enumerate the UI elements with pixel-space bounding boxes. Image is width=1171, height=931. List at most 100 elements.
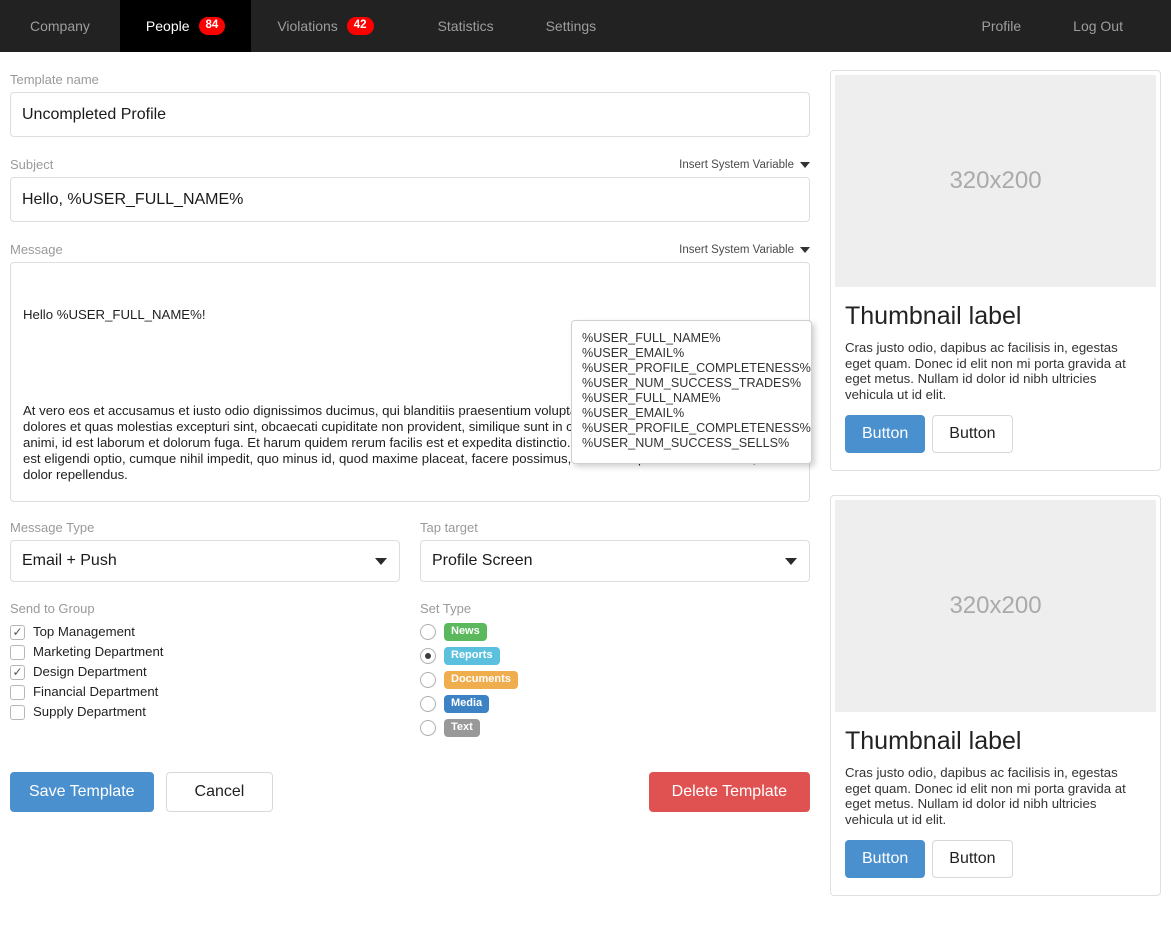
set-type-badge-reports: Reports <box>444 647 500 664</box>
thumbnail-cards-column: 320x200 Thumbnail label Cras justo odio,… <box>830 70 1161 920</box>
nav-item-label: Settings <box>546 19 597 33</box>
checkbox-icon[interactable] <box>10 685 25 700</box>
checkbox-row-design-department[interactable]: ✓ Design Department <box>10 662 400 682</box>
thumbnail-placeholder-image: 320x200 <box>835 500 1156 712</box>
chevron-down-icon <box>800 162 810 168</box>
card-body: Thumbnail label Cras justo odio, dapibus… <box>835 712 1156 891</box>
tap-target-select[interactable]: Profile Screen <box>420 540 810 582</box>
card-primary-button[interactable]: Button <box>845 415 925 453</box>
field-header: Subject Insert System Variable <box>10 155 810 172</box>
insert-variable-label: Insert System Variable <box>679 158 794 172</box>
card-buttons: Button Button <box>845 840 1146 878</box>
checkbox-icon[interactable] <box>10 705 25 720</box>
radio-selected-dot <box>425 653 431 659</box>
set-type-badge-documents: Documents <box>444 671 518 688</box>
navbar-left-group: Company People 84 Violations 42 Statisti… <box>0 0 622 52</box>
checkbox-label: Top Management <box>33 622 135 642</box>
radio-icon[interactable] <box>420 720 436 736</box>
radio-icon[interactable] <box>420 624 436 640</box>
variable-option[interactable]: %USER_PROFILE_COMPLETENESS% <box>572 421 811 436</box>
variable-option[interactable]: %USER_PROFILE_COMPLETENESS% <box>572 361 811 376</box>
nav-badge-people: 84 <box>199 17 226 36</box>
radio-row-media[interactable]: Media <box>420 694 518 714</box>
placeholder-size-label: 320x200 <box>949 167 1041 195</box>
thumbnail-card: 320x200 Thumbnail label Cras justo odio,… <box>830 70 1161 471</box>
nav-item-statistics[interactable]: Statistics <box>412 0 520 52</box>
subject-input[interactable] <box>10 177 810 222</box>
send-to-group-list: ✓ Top Management Marketing Department ✓ … <box>10 622 400 722</box>
field-message-type: Message Type Email + Push <box>10 520 400 582</box>
delete-template-button[interactable]: Delete Template <box>649 772 810 812</box>
template-name-input[interactable] <box>10 92 810 137</box>
chevron-down-icon <box>800 247 810 253</box>
card-secondary-button[interactable]: Button <box>932 840 1012 878</box>
system-variable-dropdown[interactable]: %USER_FULL_NAME% %USER_EMAIL% %USER_PROF… <box>571 320 812 464</box>
variable-option[interactable]: %USER_FULL_NAME% <box>572 391 811 406</box>
cancel-button[interactable]: Cancel <box>166 772 274 812</box>
radio-icon[interactable] <box>420 696 436 712</box>
subject-label: Subject <box>10 157 53 172</box>
field-header: Template name <box>10 70 810 87</box>
checkbox-row-financial-department[interactable]: Financial Department <box>10 682 400 702</box>
variable-option[interactable]: %USER_EMAIL% <box>572 406 811 421</box>
nav-item-logout[interactable]: Log Out <box>1047 0 1149 52</box>
radio-row-news[interactable]: News <box>420 622 518 642</box>
variable-option[interactable]: %USER_FULL_NAME% <box>572 331 811 346</box>
checkbox-icon[interactable]: ✓ <box>10 625 25 640</box>
checkbox-row-marketing-department[interactable]: Marketing Department <box>10 642 400 662</box>
checkbox-label: Design Department <box>33 662 147 682</box>
message-type-select-wrap: Email + Push <box>10 540 400 582</box>
set-type-label: Set Type <box>420 601 518 616</box>
nav-item-profile[interactable]: Profile <box>955 0 1047 52</box>
checkbox-label: Supply Department <box>33 702 146 722</box>
set-type-badge-text: Text <box>444 719 480 736</box>
checkbox-label: Financial Department <box>33 682 158 702</box>
message-type-select[interactable]: Email + Push <box>10 540 400 582</box>
nav-item-company[interactable]: Company <box>0 0 120 52</box>
nav-item-label: Log Out <box>1073 19 1123 33</box>
checkbox-row-supply-department[interactable]: Supply Department <box>10 702 400 722</box>
checkbox-icon[interactable] <box>10 645 25 660</box>
check-icon: ✓ <box>12 666 22 678</box>
insert-system-variable-message[interactable]: Insert System Variable <box>679 243 810 257</box>
save-template-button[interactable]: Save Template <box>10 772 154 812</box>
message-label: Message <box>10 242 63 257</box>
message-type-label: Message Type <box>10 520 400 535</box>
radio-icon[interactable] <box>420 672 436 688</box>
radio-row-documents[interactable]: Documents <box>420 670 518 690</box>
radio-row-reports[interactable]: Reports <box>420 646 518 666</box>
top-navbar: Company People 84 Violations 42 Statisti… <box>0 0 1171 52</box>
send-to-group: Send to Group ✓ Top Management Marketing… <box>10 601 400 742</box>
card-text: Cras justo odio, dapibus ac facilisis in… <box>845 340 1146 402</box>
tap-target-select-wrap: Profile Screen <box>420 540 810 582</box>
insert-variable-label: Insert System Variable <box>679 243 794 257</box>
checkbox-row-top-management[interactable]: ✓ Top Management <box>10 622 400 642</box>
tap-target-label: Tap target <box>420 520 810 535</box>
radio-icon[interactable] <box>420 648 436 664</box>
variable-option[interactable]: %USER_EMAIL% <box>572 346 811 361</box>
card-primary-button[interactable]: Button <box>845 840 925 878</box>
set-type-list: News Reports Documents Media <box>420 622 518 738</box>
nav-item-violations[interactable]: Violations 42 <box>251 0 411 52</box>
send-to-group-label: Send to Group <box>10 601 400 616</box>
checkbox-icon[interactable]: ✓ <box>10 665 25 680</box>
placeholder-size-label: 320x200 <box>949 592 1041 620</box>
variable-option[interactable]: %USER_NUM_SUCCESS_SELLS% <box>572 436 811 451</box>
nav-item-label: Violations <box>277 19 337 33</box>
set-type-badge-news: News <box>444 623 487 640</box>
card-secondary-button[interactable]: Button <box>932 415 1012 453</box>
page-container: Template name Subject Insert System Vari… <box>0 52 1171 920</box>
card-title: Thumbnail label <box>845 727 1146 756</box>
thumbnail-placeholder-image: 320x200 <box>835 75 1156 287</box>
radio-row-text[interactable]: Text <box>420 718 518 738</box>
field-subject: Subject Insert System Variable <box>10 155 810 222</box>
select-row: Message Type Email + Push Tap target Pro… <box>10 520 810 582</box>
nav-item-settings[interactable]: Settings <box>520 0 623 52</box>
nav-item-people[interactable]: People 84 <box>120 0 251 52</box>
variable-option[interactable]: %USER_NUM_SUCCESS_TRADES% <box>572 376 811 391</box>
checkbox-label: Marketing Department <box>33 642 163 662</box>
template-name-label: Template name <box>10 72 99 87</box>
insert-system-variable-subject[interactable]: Insert System Variable <box>679 158 810 172</box>
nav-item-label: People <box>146 19 190 33</box>
message-type-value: Email + Push <box>22 552 117 570</box>
